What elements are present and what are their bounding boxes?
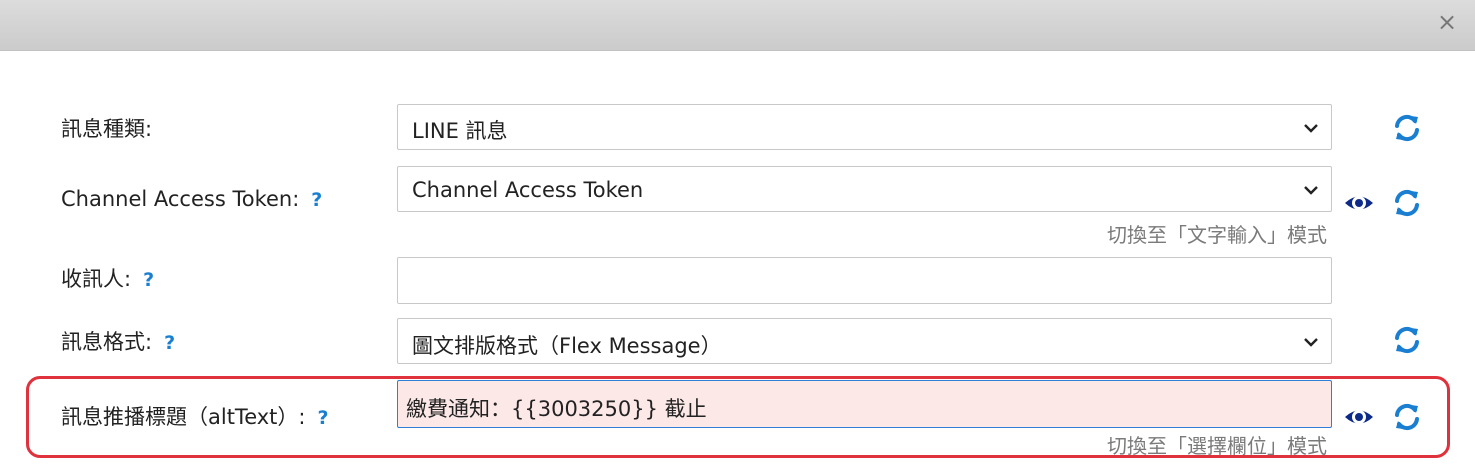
chevron-down-icon xyxy=(1304,186,1318,195)
refresh-icon[interactable] xyxy=(1391,187,1423,219)
alt-text-label: 訊息推播標題（altText）:? xyxy=(61,401,329,431)
chevron-down-icon xyxy=(1304,338,1318,347)
message-format-label-text: 訊息格式: xyxy=(61,330,153,354)
alt-text-input[interactable]: 繳費通知：{{3003250}} 截止 xyxy=(397,380,1332,428)
channel-token-label: Channel Access Token:? xyxy=(61,187,322,211)
recipient-label-text: 收訊人: xyxy=(61,267,132,291)
close-icon[interactable]: × xyxy=(1435,10,1459,34)
recipient-label: 收訊人:? xyxy=(61,263,154,293)
channel-token-label-text: Channel Access Token: xyxy=(61,187,300,211)
message-format-value: 圖文排版格式（Flex Message） xyxy=(412,334,722,358)
chevron-down-icon xyxy=(1304,124,1318,133)
recipient-input[interactable] xyxy=(397,257,1332,304)
message-format-label: 訊息格式:? xyxy=(61,326,175,356)
channel-token-help-icon[interactable]: ? xyxy=(311,189,322,211)
alt-text-value: 繳費通知：{{3003250}} 截止 xyxy=(406,397,707,421)
channel-token-select[interactable]: Channel Access Token xyxy=(397,166,1332,212)
alt-text-label-text: 訊息推播標題（altText）: xyxy=(61,405,306,429)
eye-icon[interactable] xyxy=(1343,187,1375,219)
message-type-label-text: 訊息種類: xyxy=(61,117,153,141)
refresh-icon[interactable] xyxy=(1391,401,1423,433)
alt-text-help-icon[interactable]: ? xyxy=(317,407,328,429)
switch-to-field-select-link[interactable]: 切換至「選擇欄位」模式 xyxy=(1107,430,1327,459)
message-format-help-icon[interactable]: ? xyxy=(164,332,175,354)
refresh-icon[interactable] xyxy=(1391,324,1423,356)
message-format-select[interactable]: 圖文排版格式（Flex Message） xyxy=(397,318,1332,364)
channel-token-value: Channel Access Token xyxy=(412,178,644,202)
message-type-select[interactable]: LINE 訊息 xyxy=(397,104,1332,150)
dialog-titlebar: × xyxy=(0,0,1475,51)
switch-to-text-input-link[interactable]: 切換至「文字輸入」模式 xyxy=(1107,219,1327,248)
message-type-label: 訊息種類: xyxy=(61,113,152,143)
eye-icon[interactable] xyxy=(1343,401,1375,433)
message-type-value: LINE 訊息 xyxy=(412,119,508,143)
recipient-help-icon[interactable]: ? xyxy=(143,269,154,291)
refresh-icon[interactable] xyxy=(1391,112,1423,144)
